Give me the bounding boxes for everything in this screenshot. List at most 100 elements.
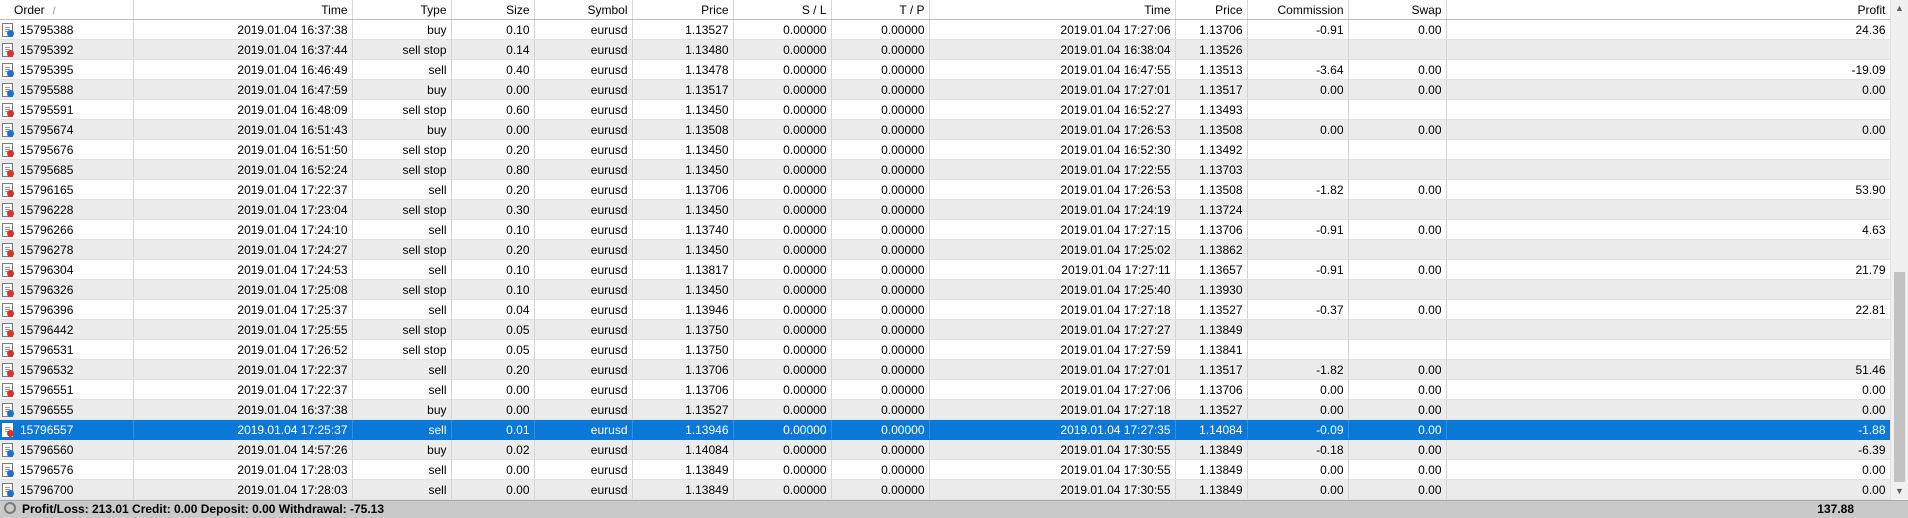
table-row[interactable]: 15796266 2019.01.04 17:24:10 sell 0.10 eurus… (0, 219, 1890, 240)
cell-order: 15796576 (0, 459, 134, 480)
cell-close-time: 2019.01.04 17:27:01 (929, 79, 1176, 100)
cell-close-time: 2019.01.04 17:27:11 (929, 259, 1176, 280)
table-row[interactable]: 15796576 2019.01.04 17:28:03 sell 0.00 eurus… (0, 459, 1890, 480)
cell-order: 15796560 (0, 439, 134, 460)
cell-price: 1.14084 (632, 439, 734, 460)
order-number: 15796560 (20, 442, 74, 457)
order-number: 15796326 (20, 282, 74, 297)
cell-profit: 51.46 (1446, 359, 1890, 380)
cell-time: 2019.01.04 17:25:37 (133, 419, 353, 440)
cell-size: 0.14 (451, 39, 535, 60)
cell-close-time: 2019.01.04 17:25:02 (929, 239, 1176, 260)
column-header-close-price[interactable]: Price (1175, 0, 1248, 20)
column-header-symbol[interactable]: Symbol (534, 0, 633, 20)
scroll-up-arrow-icon[interactable]: ▲ (1891, 0, 1908, 17)
cell-close-time: 2019.01.04 17:26:53 (929, 179, 1176, 200)
table-row[interactable]: 15795392 2019.01.04 16:37:44 sell stop 0.14… (0, 39, 1890, 60)
column-header-tp[interactable]: T / P (831, 0, 930, 20)
cell-swap (1348, 279, 1447, 300)
column-header-sl[interactable]: S / L (733, 0, 832, 20)
column-header-close-time[interactable]: Time (929, 0, 1176, 20)
cell-price: 1.13849 (632, 459, 734, 480)
sell-order-icon (2, 182, 14, 197)
scroll-down-arrow-icon[interactable]: ▼ (1891, 483, 1908, 500)
sell-order-icon (2, 142, 14, 157)
cell-price: 1.13750 (632, 319, 734, 340)
cell-profit: 0.00 (1446, 459, 1890, 480)
cell-type: sell (352, 459, 452, 480)
cell-tp: 0.00000 (831, 259, 930, 280)
cell-type: sell stop (352, 239, 452, 260)
sell-order-icon (2, 222, 14, 237)
column-header-type[interactable]: Type (352, 0, 452, 20)
table-row[interactable]: 15796278 2019.01.04 17:24:27 sell stop 0.20… (0, 239, 1890, 260)
column-header-time[interactable]: Time (133, 0, 353, 20)
cell-tp: 0.00000 (831, 319, 930, 340)
cell-time: 2019.01.04 16:37:38 (133, 19, 353, 40)
table-row[interactable]: 15795588 2019.01.04 16:47:59 buy 0.00 eurusd… (0, 79, 1890, 100)
cell-time: 2019.01.04 17:22:37 (133, 379, 353, 400)
column-header-order[interactable]: Order / (0, 0, 134, 20)
gear-icon[interactable] (4, 502, 16, 514)
table-row[interactable]: 15796557 2019.01.04 17:25:37 sell 0.01 eurus… (0, 419, 1890, 440)
column-header-commission[interactable]: Commission (1247, 0, 1349, 20)
cell-close-price: 1.13508 (1175, 179, 1248, 200)
cell-time: 2019.01.04 14:57:26 (133, 439, 353, 460)
column-header-swap[interactable]: Swap (1348, 0, 1447, 20)
column-header-profit[interactable]: Profit (1446, 0, 1890, 20)
table-row[interactable]: 15796396 2019.01.04 17:25:37 sell 0.04 eurus… (0, 299, 1890, 320)
table-row[interactable]: 15796326 2019.01.04 17:25:08 sell stop 0.10… (0, 279, 1890, 300)
cell-order: 15795674 (0, 119, 134, 140)
status-bar: Profit/Loss: 213.01 Credit: 0.00 Deposit… (0, 500, 1908, 518)
table-row[interactable]: 15795591 2019.01.04 16:48:09 sell stop 0.60… (0, 99, 1890, 120)
cell-commission: -0.91 (1247, 259, 1349, 280)
scrollbar-thumb[interactable] (1894, 272, 1905, 482)
order-number: 15795392 (20, 42, 74, 57)
cell-commission (1247, 239, 1349, 260)
cell-commission (1247, 279, 1349, 300)
cell-order: 15796266 (0, 219, 134, 240)
vertical-scrollbar[interactable]: ▲ ▼ (1890, 0, 1908, 500)
table-row[interactable]: 15795685 2019.01.04 16:52:24 sell stop 0.80… (0, 159, 1890, 180)
cell-close-price: 1.13527 (1175, 399, 1248, 420)
table-row[interactable]: 15795395 2019.01.04 16:46:49 sell 0.40 eurus… (0, 59, 1890, 80)
cell-close-price: 1.13849 (1175, 459, 1248, 480)
table-row[interactable]: 15795674 2019.01.04 16:51:43 buy 0.00 eurusd… (0, 119, 1890, 140)
table-row[interactable]: 15796551 2019.01.04 17:22:37 sell 0.00 eurus… (0, 379, 1890, 400)
column-header-price[interactable]: Price (632, 0, 734, 20)
table-row[interactable]: 15796228 2019.01.04 17:23:04 sell stop 0.30… (0, 199, 1890, 220)
table-row[interactable]: 15796165 2019.01.04 17:22:37 sell 0.20 eurus… (0, 179, 1890, 200)
order-number: 15796555 (20, 402, 74, 417)
table-row[interactable]: 15795676 2019.01.04 16:51:50 sell stop 0.20… (0, 139, 1890, 160)
cell-close-time: 2019.01.04 17:22:55 (929, 159, 1176, 180)
cell-commission (1247, 139, 1349, 160)
cell-size: 0.02 (451, 439, 535, 460)
cell-type: buy (352, 399, 452, 420)
table-row[interactable]: 15796560 2019.01.04 14:57:26 buy 0.02 eurusd… (0, 439, 1890, 460)
table-row[interactable]: 15796531 2019.01.04 17:26:52 sell stop 0.05… (0, 339, 1890, 360)
table-row[interactable]: 15796532 2019.01.04 17:22:37 sell 0.20 eurus… (0, 359, 1890, 380)
cell-close-time: 2019.01.04 17:30:55 (929, 459, 1176, 480)
cell-tp: 0.00000 (831, 399, 930, 420)
order-number: 15795588 (20, 82, 74, 97)
table-row[interactable]: 15796304 2019.01.04 17:24:53 sell 0.10 eurus… (0, 259, 1890, 280)
cell-order: 15796555 (0, 399, 134, 420)
column-header-size[interactable]: Size (451, 0, 535, 20)
cell-price: 1.13450 (632, 199, 734, 220)
table-row[interactable]: 15796555 2019.01.04 16:37:38 buy 0.00 eurusd… (0, 399, 1890, 420)
cell-close-price: 1.13517 (1175, 79, 1248, 100)
cell-swap: 0.00 (1348, 459, 1447, 480)
cell-profit: -6.39 (1446, 439, 1890, 460)
table-row[interactable]: 15796700 2019.01.04 17:28:03 sell 0.00 eurus… (0, 479, 1890, 500)
cell-commission (1247, 319, 1349, 340)
table-row[interactable]: 15796442 2019.01.04 17:25:55 sell stop 0.05… (0, 319, 1890, 340)
cell-close-price: 1.13703 (1175, 159, 1248, 180)
cell-time: 2019.01.04 17:24:10 (133, 219, 353, 240)
cell-type: sell stop (352, 159, 452, 180)
cell-order: 15795395 (0, 59, 134, 80)
cell-type: sell (352, 219, 452, 240)
cell-symbol: eurusd (534, 119, 633, 140)
table-row[interactable]: 15795388 2019.01.04 16:37:38 buy 0.10 eurusd… (0, 19, 1890, 40)
cell-time: 2019.01.04 17:28:03 (133, 479, 353, 500)
cell-time: 2019.01.04 17:25:55 (133, 319, 353, 340)
